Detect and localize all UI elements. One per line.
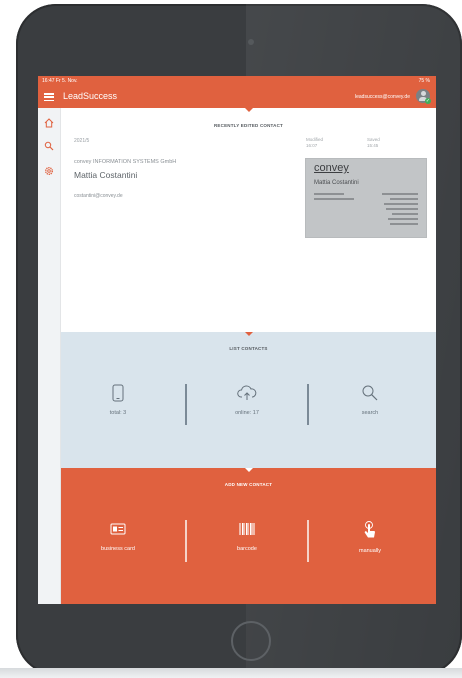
status-date: Fr 5. Nov. [55, 78, 78, 84]
card-name: Mattia Costantini [314, 180, 359, 186]
section-notch [244, 468, 253, 472]
list-contacts-panel: LIST CONTACTS total: 3 online: 17 search [61, 332, 436, 468]
search-label: search [361, 410, 379, 416]
add-contact-panel: ADD NEW CONTACT business card barcode ma… [61, 468, 436, 604]
home-button[interactable] [231, 621, 271, 661]
barcode-button[interactable]: barcode [192, 520, 302, 552]
contact-name: Mattia Costantini [74, 170, 138, 180]
total-contacts-button[interactable]: total: 3 [63, 384, 173, 416]
divider [185, 384, 187, 425]
business-card-image[interactable]: convey Mattia Costantini [305, 158, 427, 238]
app-title: LeadSuccess [63, 91, 118, 101]
list-title: LIST CONTACTS [229, 346, 268, 351]
avatar[interactable]: ✓ [416, 89, 431, 104]
manually-label: manually [358, 548, 381, 554]
status-battery: 75 % [418, 78, 430, 84]
floor-shadow [0, 668, 462, 678]
business-card-icon [110, 523, 126, 535]
saved-info: Saved 15:45 [367, 137, 380, 148]
contact-date: 2021/5 [74, 138, 90, 144]
sidebar [38, 108, 61, 604]
contact-company: convey INFORMATION SYSTEMS GmbH [74, 159, 177, 165]
home-icon[interactable] [44, 118, 54, 128]
search-icon[interactable] [44, 141, 54, 151]
contact-email: costantini@convey.de [74, 193, 123, 199]
cloud-upload-icon [237, 385, 257, 400]
manually-button[interactable]: manually [315, 520, 425, 554]
user-email: leadsuccess@convey.de [354, 94, 410, 100]
business-card-button[interactable]: business card [63, 520, 173, 552]
barcode-label: barcode [237, 546, 257, 552]
search-contacts-button[interactable]: search [315, 384, 425, 416]
divider [185, 520, 187, 562]
menu-icon[interactable] [44, 93, 54, 102]
online-label: online: 17 [235, 410, 259, 416]
check-icon: ✓ [425, 98, 431, 104]
section-notch [244, 108, 253, 112]
add-title: ADD NEW CONTACT [224, 482, 273, 487]
modified-info: Modified 16:07 [306, 137, 324, 148]
search-icon [362, 385, 378, 401]
total-label: total: 3 [109, 410, 127, 416]
online-contacts-button[interactable]: online: 17 [192, 384, 302, 416]
recent-contact-panel[interactable]: RECENTLY EDITED CONTACT 2021/5 Modified 1… [61, 108, 436, 332]
app-header: LeadSuccess leadsuccess@convey.de ✓ [38, 86, 436, 108]
gear-icon[interactable] [44, 166, 54, 176]
camera-icon [248, 39, 254, 45]
status-bar: 16:47 Fr 5. Nov. 75 % [38, 76, 436, 86]
business-card-label: business card [101, 546, 135, 552]
hand-tap-icon [364, 521, 375, 538]
barcode-icon [239, 523, 255, 535]
divider [307, 520, 309, 562]
divider [307, 384, 309, 425]
status-time: 16:47 [42, 78, 55, 84]
card-logo: convey [314, 162, 349, 174]
recent-title: RECENTLY EDITED CONTACT [213, 123, 284, 128]
section-notch [244, 332, 253, 336]
phone-icon [112, 384, 124, 402]
app-screen: 16:47 Fr 5. Nov. 75 % LeadSuccess leadsu… [38, 76, 436, 604]
